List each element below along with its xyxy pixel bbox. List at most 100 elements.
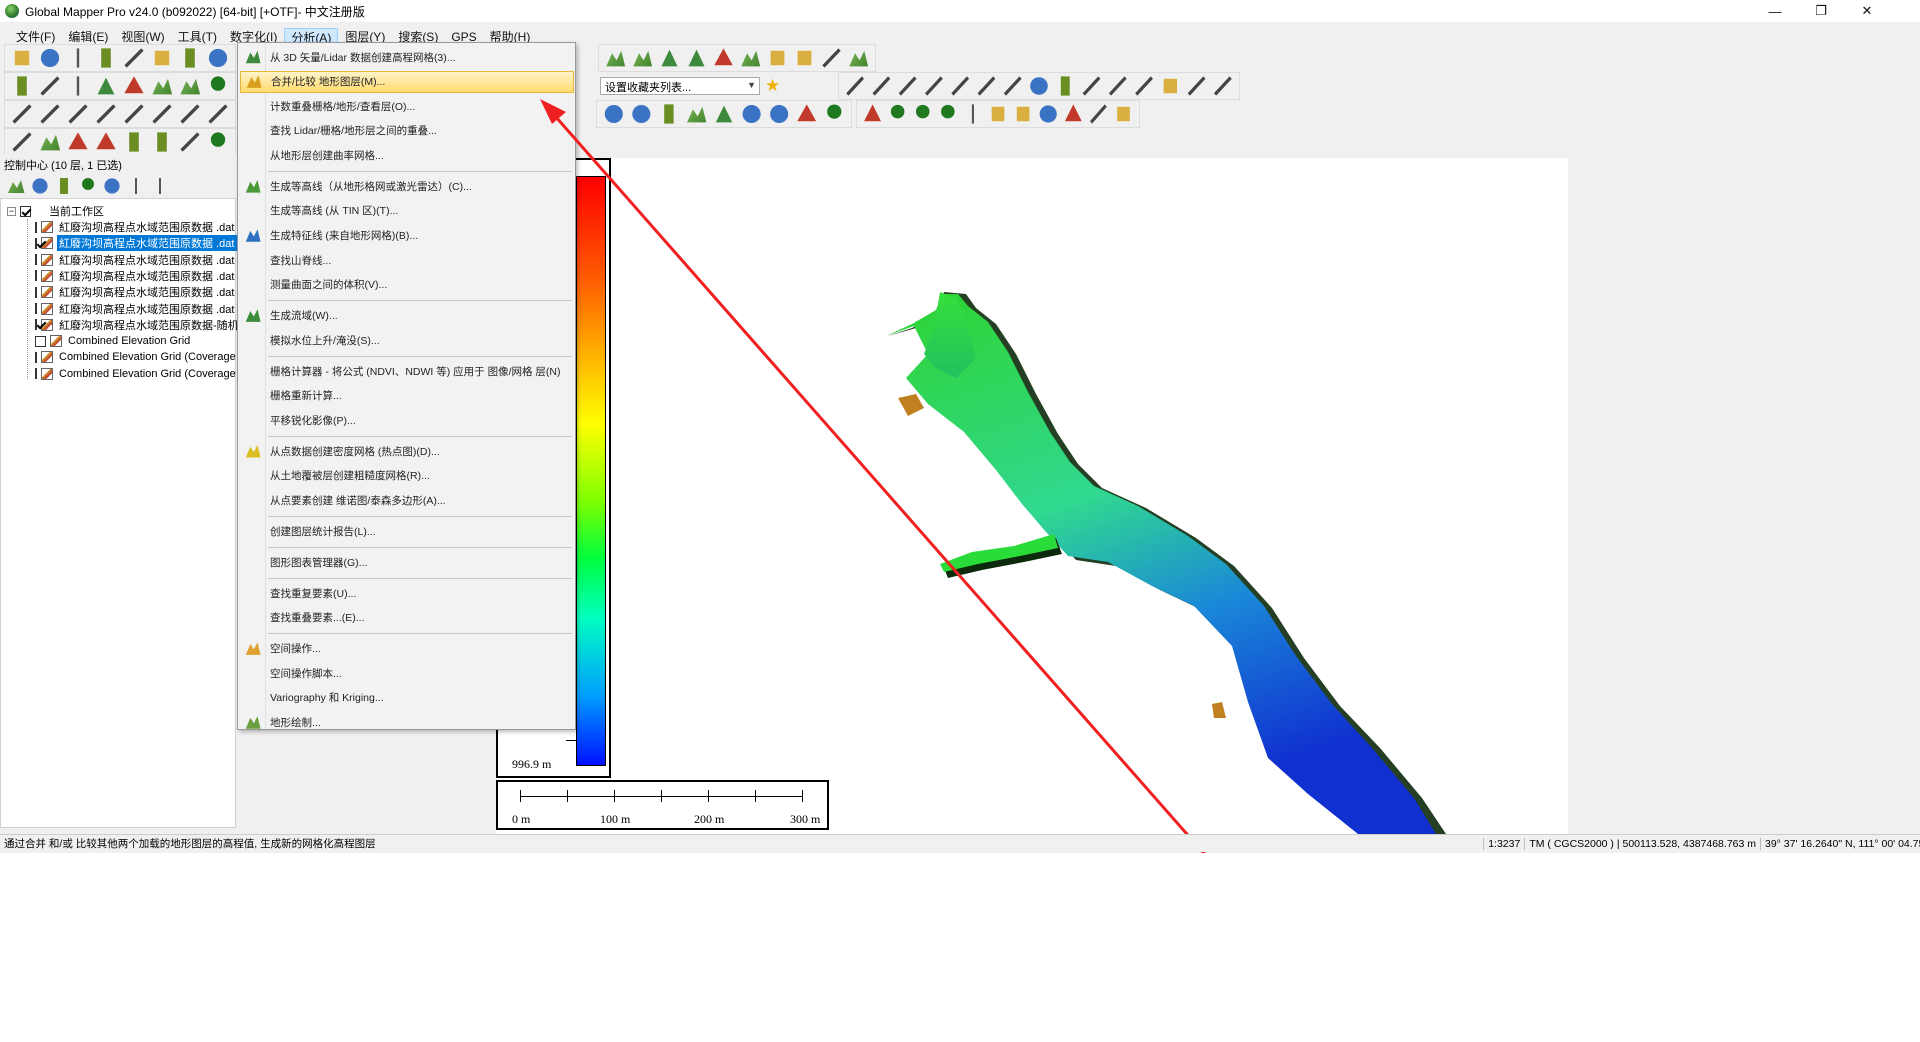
zoom-a-icon[interactable] (604, 104, 623, 124)
layer-row[interactable]: 紅廢沟坝高程点水域范围原数据-随机数 (35, 317, 237, 333)
layer-row[interactable]: 紅廢沟坝高程点水域范围原数据 .dat (Gr (35, 268, 237, 284)
layer-row[interactable]: 紅廢沟坝高程点水域范围原数据 .dat (Gr (35, 235, 237, 252)
layer-checkbox[interactable] (35, 303, 37, 314)
terrain-g-icon[interactable] (770, 50, 785, 66)
layout-icon[interactable] (17, 76, 27, 96)
menu-item[interactable]: 从 3D 矢量/Lidar 数据创建高程网格(3)... (240, 46, 574, 68)
layer-checkbox[interactable] (35, 319, 37, 331)
triangle-icon[interactable] (715, 105, 733, 123)
globe-layer-icon[interactable] (32, 178, 48, 194)
terrain-a-icon[interactable] (606, 50, 626, 67)
tower-icon[interactable] (1016, 106, 1030, 122)
menu-item[interactable]: 栅格计算器 - 将公式 (NDVI、NDWI 等) 应用于 图像/网格 层(N) (240, 360, 574, 382)
menu-item[interactable]: 生成流域(W)... (240, 305, 574, 327)
search-icon[interactable] (208, 48, 228, 68)
layer-checkbox[interactable] (35, 286, 37, 298)
menu-item[interactable]: 栅格重新计算... (240, 385, 574, 407)
workspace-checkbox[interactable] (20, 205, 31, 217)
layer-row[interactable]: Combined Elevation Grid (Coverage (35, 366, 237, 382)
draw-d-icon[interactable] (925, 76, 943, 96)
maximize-button[interactable]: ❐ (1798, 0, 1844, 22)
menu-item[interactable]: 计数重叠栅格/地形/查看层(O)... (240, 95, 574, 117)
remove-layer-icon[interactable] (159, 178, 161, 194)
reshape-icon[interactable] (208, 104, 228, 124)
menu-item[interactable]: 合并/比较 地形图层(M)... (240, 70, 574, 93)
draw-g-icon[interactable] (1003, 76, 1022, 96)
gear-icon[interactable] (770, 104, 789, 124)
layer-row[interactable]: 紅廢沟坝高程点水域范围原数据 .dat [1, (35, 219, 237, 235)
shapes-icon[interactable] (1163, 78, 1177, 94)
bracket-icon[interactable] (1117, 106, 1130, 122)
dots-icon[interactable] (1064, 104, 1082, 122)
globe-icon[interactable] (40, 48, 60, 68)
menu-item[interactable]: 查找重复要素(U)... (240, 582, 574, 604)
menu-item[interactable]: 查找重叠要素...(E)... (240, 607, 574, 629)
overlay-icon[interactable] (185, 48, 195, 68)
draw-k-icon[interactable] (1213, 76, 1232, 96)
menu-item[interactable]: 创建图层统计报告(L)... (240, 520, 574, 542)
elevation-icon[interactable] (152, 78, 173, 95)
building-icon[interactable] (971, 104, 974, 124)
key-icon[interactable] (1089, 104, 1107, 124)
menu-item[interactable]: 空间操作脚本... (240, 662, 574, 684)
draw-h-icon[interactable] (1082, 76, 1101, 96)
split-icon[interactable] (152, 104, 172, 124)
map-view[interactable]: 996.9 m 0 m 100 m 200 m 300 m (496, 158, 1568, 834)
wrench-icon[interactable] (124, 48, 144, 68)
hatch-icon[interactable] (664, 104, 674, 124)
menu-item[interactable]: 查找 Lidar/栅格/地形层之间的重叠... (240, 120, 574, 142)
menu-item[interactable]: 空间操作... (240, 638, 574, 660)
menu-item[interactable]: 从地形层创建曲率网格... (240, 144, 574, 166)
layer-checkbox[interactable] (35, 221, 37, 233)
ruler-icon[interactable] (1060, 76, 1070, 96)
terrain-b-icon[interactable] (633, 50, 653, 67)
layer-checkbox[interactable] (35, 254, 37, 266)
config-icon[interactable] (154, 50, 170, 66)
terrain-e-icon[interactable] (714, 48, 733, 66)
layer-checkbox[interactable] (35, 351, 37, 363)
terrain-i-icon[interactable] (822, 48, 841, 68)
mountain-icon[interactable] (40, 134, 61, 151)
pin-icon[interactable] (40, 76, 60, 96)
layer-row[interactable]: Combined Elevation Grid (35, 333, 237, 349)
join-icon[interactable] (180, 104, 200, 124)
favorites-select[interactable]: 设置收藏夹列表... ▼ (600, 77, 760, 95)
menu-item[interactable]: 生成特征线 (来自地形网格)(B)... (240, 225, 574, 247)
tree-icon[interactable] (210, 76, 226, 91)
check-area-icon[interactable] (687, 106, 707, 123)
layer-row[interactable]: 紅廢沟坝高程点水域范围原数据 .dat (Co (35, 252, 237, 268)
tree-feature-icon[interactable] (941, 104, 955, 119)
table-icon[interactable] (60, 178, 68, 194)
vertex-icon[interactable] (68, 104, 88, 124)
play-icon[interactable] (210, 132, 226, 147)
layer-row[interactable]: 紅廢沟坝高程点水域范围原数据 .dat (Gr (35, 301, 237, 317)
star-icon[interactable]: ★ (765, 76, 780, 96)
slope-icon[interactable] (124, 76, 144, 94)
marker-icon[interactable] (96, 132, 116, 150)
zoom-layer-icon[interactable] (104, 178, 120, 194)
draw-j-icon[interactable] (1135, 76, 1153, 96)
water-icon[interactable] (1039, 105, 1057, 123)
terrain-d-icon[interactable] (688, 49, 705, 67)
menu-item[interactable]: 平移锐化影像(P)... (240, 409, 574, 431)
layer-checkbox[interactable] (35, 368, 37, 380)
pole-icon[interactable] (991, 106, 1005, 122)
terrain-c-icon[interactable] (661, 49, 678, 67)
menu-item[interactable]: 从点要素创建 维诺图/泰森多边形(A)... (240, 489, 574, 511)
save-icon[interactable] (76, 48, 80, 68)
profile-icon[interactable] (76, 76, 80, 96)
terrain-h-icon[interactable] (797, 50, 812, 66)
brush-icon[interactable] (180, 132, 200, 152)
layer-checkbox[interactable] (35, 335, 46, 347)
collapse-icon[interactable]: − (7, 206, 16, 216)
draw-a-icon[interactable] (846, 76, 865, 96)
draw-b-icon[interactable] (872, 76, 891, 96)
menu-item[interactable]: 生成等高线 (从 TIN 区)(T)... (240, 200, 574, 222)
draw-f-icon[interactable] (977, 76, 996, 96)
minimize-button[interactable]: — (1752, 0, 1798, 22)
circles-icon[interactable] (742, 104, 761, 124)
menu-item[interactable]: 模拟水位上升/淹没(S)... (240, 329, 574, 351)
buildings-icon[interactable] (68, 132, 88, 150)
menu-item[interactable]: 生成等高线（从地形格网或激光雷达）(C)... (240, 175, 574, 197)
eye-icon[interactable] (135, 178, 137, 194)
